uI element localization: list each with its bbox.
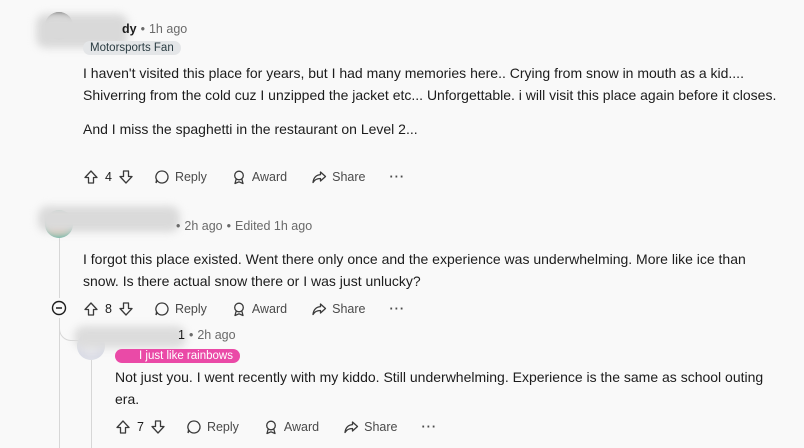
comment-meta: 1 • 2h ago: [178, 328, 236, 342]
upvote-icon[interactable]: [83, 301, 99, 317]
thread-line: [59, 318, 60, 448]
comment-actions: 7 Reply Award Share ···: [115, 416, 461, 438]
vote-count: 8: [105, 302, 112, 316]
thread-line: [59, 232, 60, 298]
share-button[interactable]: Share: [311, 301, 366, 317]
more-icon: ···: [389, 170, 405, 184]
award-button[interactable]: Award: [263, 419, 319, 435]
share-button[interactable]: Share: [311, 169, 366, 185]
vote-count: 7: [137, 420, 144, 434]
comment-paragraph: I haven't visited this place for years, …: [83, 65, 777, 103]
comment-meta: • 2h ago • Edited 1h ago: [172, 219, 312, 233]
comment-actions: 8 Reply Award Share ···: [83, 298, 429, 320]
vote-group: 8: [83, 301, 134, 317]
comment-icon: [154, 301, 170, 317]
award-label: Award: [251, 170, 288, 184]
share-icon: [311, 169, 327, 185]
upvote-icon[interactable]: [83, 169, 99, 185]
award-button[interactable]: Award: [231, 301, 287, 317]
reply-label: Reply: [206, 420, 239, 434]
reply-button[interactable]: Reply: [154, 301, 207, 317]
separator-dot: •: [176, 219, 181, 233]
comment-icon: [154, 169, 170, 185]
user-flair-wrap: Motorsports Fan: [83, 38, 181, 56]
award-icon: [231, 301, 247, 317]
timestamp[interactable]: 2h ago: [184, 219, 222, 233]
comment-paragraph: And I miss the spaghetti in the restaura…: [83, 121, 418, 137]
reply-button[interactable]: Reply: [154, 169, 207, 185]
timestamp[interactable]: 2h ago: [197, 328, 235, 342]
more-icon: ···: [389, 302, 405, 316]
reply-label: Reply: [174, 170, 207, 184]
comment-body: Not just you. I went recently with my ki…: [115, 366, 775, 410]
collapse-thread-button[interactable]: [51, 300, 67, 316]
separator-dot: •: [188, 328, 194, 342]
award-button[interactable]: Award: [231, 169, 287, 185]
username[interactable]: dy: [122, 22, 137, 36]
share-icon: [343, 419, 359, 435]
share-icon: [311, 301, 327, 317]
award-label: Award: [283, 420, 320, 434]
user-flair-wrap: I just like rainbows: [115, 346, 240, 364]
user-flair: I just like rainbows: [115, 349, 240, 363]
vote-count: 4: [105, 170, 112, 184]
downvote-icon[interactable]: [118, 301, 134, 317]
share-label: Share: [332, 170, 366, 184]
username-obscured: [74, 326, 186, 348]
comment-meta: dy • 1h ago: [122, 22, 187, 36]
downvote-icon[interactable]: [118, 169, 134, 185]
share-button[interactable]: Share: [343, 419, 398, 435]
username-obscured: [38, 206, 180, 232]
share-label: Share: [332, 302, 366, 316]
share-label: Share: [364, 420, 398, 434]
vote-group: 4: [83, 169, 134, 185]
comment-body: I forgot this place existed. Went there …: [83, 248, 783, 292]
separator-dot: •: [226, 219, 232, 233]
comment-icon: [186, 419, 202, 435]
edited-label: Edited 1h ago: [235, 219, 313, 233]
vote-group: 7: [115, 419, 166, 435]
more-icon: ···: [421, 420, 437, 434]
user-flair: Motorsports Fan: [83, 41, 181, 55]
upvote-icon[interactable]: [115, 419, 131, 435]
comment-body: I haven't visited this place for years, …: [83, 62, 783, 140]
more-options-button[interactable]: ···: [422, 420, 438, 434]
collapse-icon: [51, 300, 67, 316]
award-label: Award: [251, 302, 288, 316]
award-icon: [231, 169, 247, 185]
downvote-icon[interactable]: [150, 419, 166, 435]
comment-paragraph: Not just you. I went recently with my ki…: [115, 369, 764, 407]
timestamp[interactable]: 1h ago: [149, 22, 187, 36]
reply-button[interactable]: Reply: [186, 419, 239, 435]
username[interactable]: 1: [178, 328, 185, 342]
more-options-button[interactable]: ···: [390, 170, 406, 184]
thread-line: [91, 360, 92, 448]
reply-label: Reply: [174, 302, 207, 316]
comment-paragraph: I forgot this place existed. Went there …: [83, 251, 746, 289]
more-options-button[interactable]: ···: [390, 302, 406, 316]
separator-dot: •: [140, 22, 145, 36]
comment-actions: 4 Reply Award Share ···: [83, 166, 429, 188]
award-icon: [263, 419, 279, 435]
